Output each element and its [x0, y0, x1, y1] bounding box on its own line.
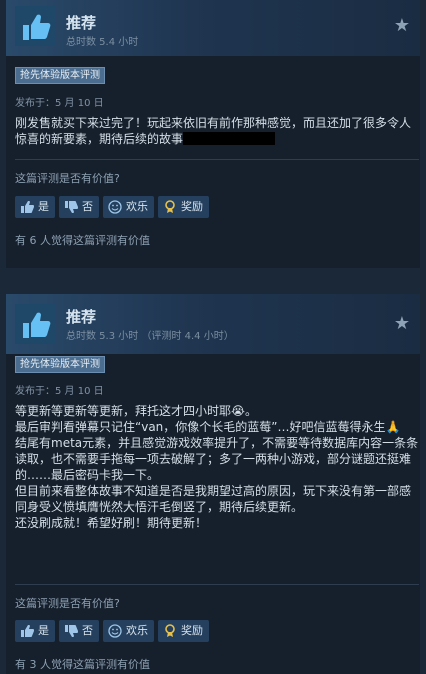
found-helpful-count: 有 6 人觉得这篇评测有价值	[15, 234, 150, 247]
vote-funny-button[interactable]: 欢乐	[103, 620, 154, 642]
review-card: 推荐 总时数 5.4 小时 ★ 抢先体验版本评测 发布于：5 月 10 日 刚发…	[6, 0, 420, 268]
review-body: 等更新等更新等更新，拜托这才四小时耶😭。 最后审判看弹幕只记住“van，你像个长…	[15, 403, 419, 531]
thumbs-down-icon	[64, 624, 78, 638]
award-button[interactable]: 奖励	[158, 620, 209, 642]
review-body: 刚发售就买下来过完了！玩起来依旧有前作那种感觉，而且还加了很多令人惊喜的新要素，…	[15, 115, 419, 147]
posted-date: 发布于：5 月 10 日	[15, 386, 104, 397]
review-separator	[6, 268, 420, 294]
review-verdict: 推荐	[66, 308, 97, 326]
found-helpful-count: 有 3 人觉得这篇评测有价值	[15, 658, 150, 671]
vote-yes-label: 是	[38, 200, 49, 213]
vote-no-button[interactable]: 否	[59, 196, 99, 218]
review-header: 推荐 总时数 5.4 小时 ★	[6, 0, 420, 56]
review-paragraph: 结尾有meta元素，并且感觉游戏效率提升了，不需要等待数据库内容一条条读取，也不…	[15, 436, 419, 482]
award-label: 奖励	[181, 200, 203, 213]
thumbs-up-icon	[20, 624, 34, 638]
vote-yes-button[interactable]: 是	[15, 196, 55, 218]
star-icon[interactable]: ★	[394, 313, 410, 334]
review-paragraph: 等更新等更新等更新，拜托这才四小时耶😭。	[15, 404, 258, 418]
divider	[15, 584, 419, 585]
vote-funny-button[interactable]: 欢乐	[103, 196, 154, 218]
award-button[interactable]: 奖励	[158, 196, 209, 218]
review-header: 推荐 总时数 5.3 小时 （评测时 4.4 小时） ★	[6, 294, 420, 354]
vote-buttons: 是 否 欢乐 奖励	[15, 620, 213, 642]
divider	[15, 159, 419, 160]
smiley-icon	[108, 624, 122, 638]
thumbs-up-icon	[15, 304, 55, 344]
spoiler-redaction	[183, 132, 276, 145]
vote-yes-button[interactable]: 是	[15, 620, 55, 642]
smiley-icon	[108, 200, 122, 214]
posted-date: 发布于：5 月 10 日	[15, 98, 104, 109]
thumbs-up-icon	[20, 200, 34, 214]
review-paragraph: 最后审判看弹幕只记住“van，你像个长毛的蓝莓”…好吧信蓝莓得永生🙏	[15, 420, 401, 434]
review-paragraph: 还没刷成就！希望好刷！期待更新！	[15, 516, 208, 530]
review-hours: 总时数 5.3 小时 （评测时 4.4 小时）	[66, 331, 234, 342]
review-card: 推荐 总时数 5.3 小时 （评测时 4.4 小时） ★ 抢先体验版本评测 发布…	[6, 294, 420, 674]
star-icon[interactable]: ★	[394, 15, 410, 36]
thumbs-down-icon	[64, 200, 78, 214]
review-hours: 总时数 5.4 小时	[66, 37, 139, 48]
vote-no-label: 否	[82, 200, 93, 213]
helpful-question: 这篇评测是否有价值?	[15, 597, 120, 610]
vote-buttons: 是 否 欢乐 奖励	[15, 196, 213, 218]
vote-funny-label: 欢乐	[126, 200, 148, 213]
review-paragraph: 但目前来看整体故事不知道是否是我期望过高的原因，玩下来没有第一部感同身受义愤填膺…	[15, 484, 412, 514]
helpful-question: 这篇评测是否有价值?	[15, 172, 120, 185]
vote-no-label: 否	[82, 624, 93, 637]
award-icon	[163, 200, 177, 214]
vote-no-button[interactable]: 否	[59, 620, 99, 642]
thumbs-up-icon	[15, 6, 55, 46]
vote-funny-label: 欢乐	[126, 624, 148, 637]
early-access-tag: 抢先体验版本评测	[15, 356, 105, 373]
early-access-tag: 抢先体验版本评测	[15, 67, 105, 84]
review-verdict: 推荐	[66, 14, 97, 32]
award-label: 奖励	[181, 624, 203, 637]
vote-yes-label: 是	[38, 624, 49, 637]
award-icon	[163, 624, 177, 638]
